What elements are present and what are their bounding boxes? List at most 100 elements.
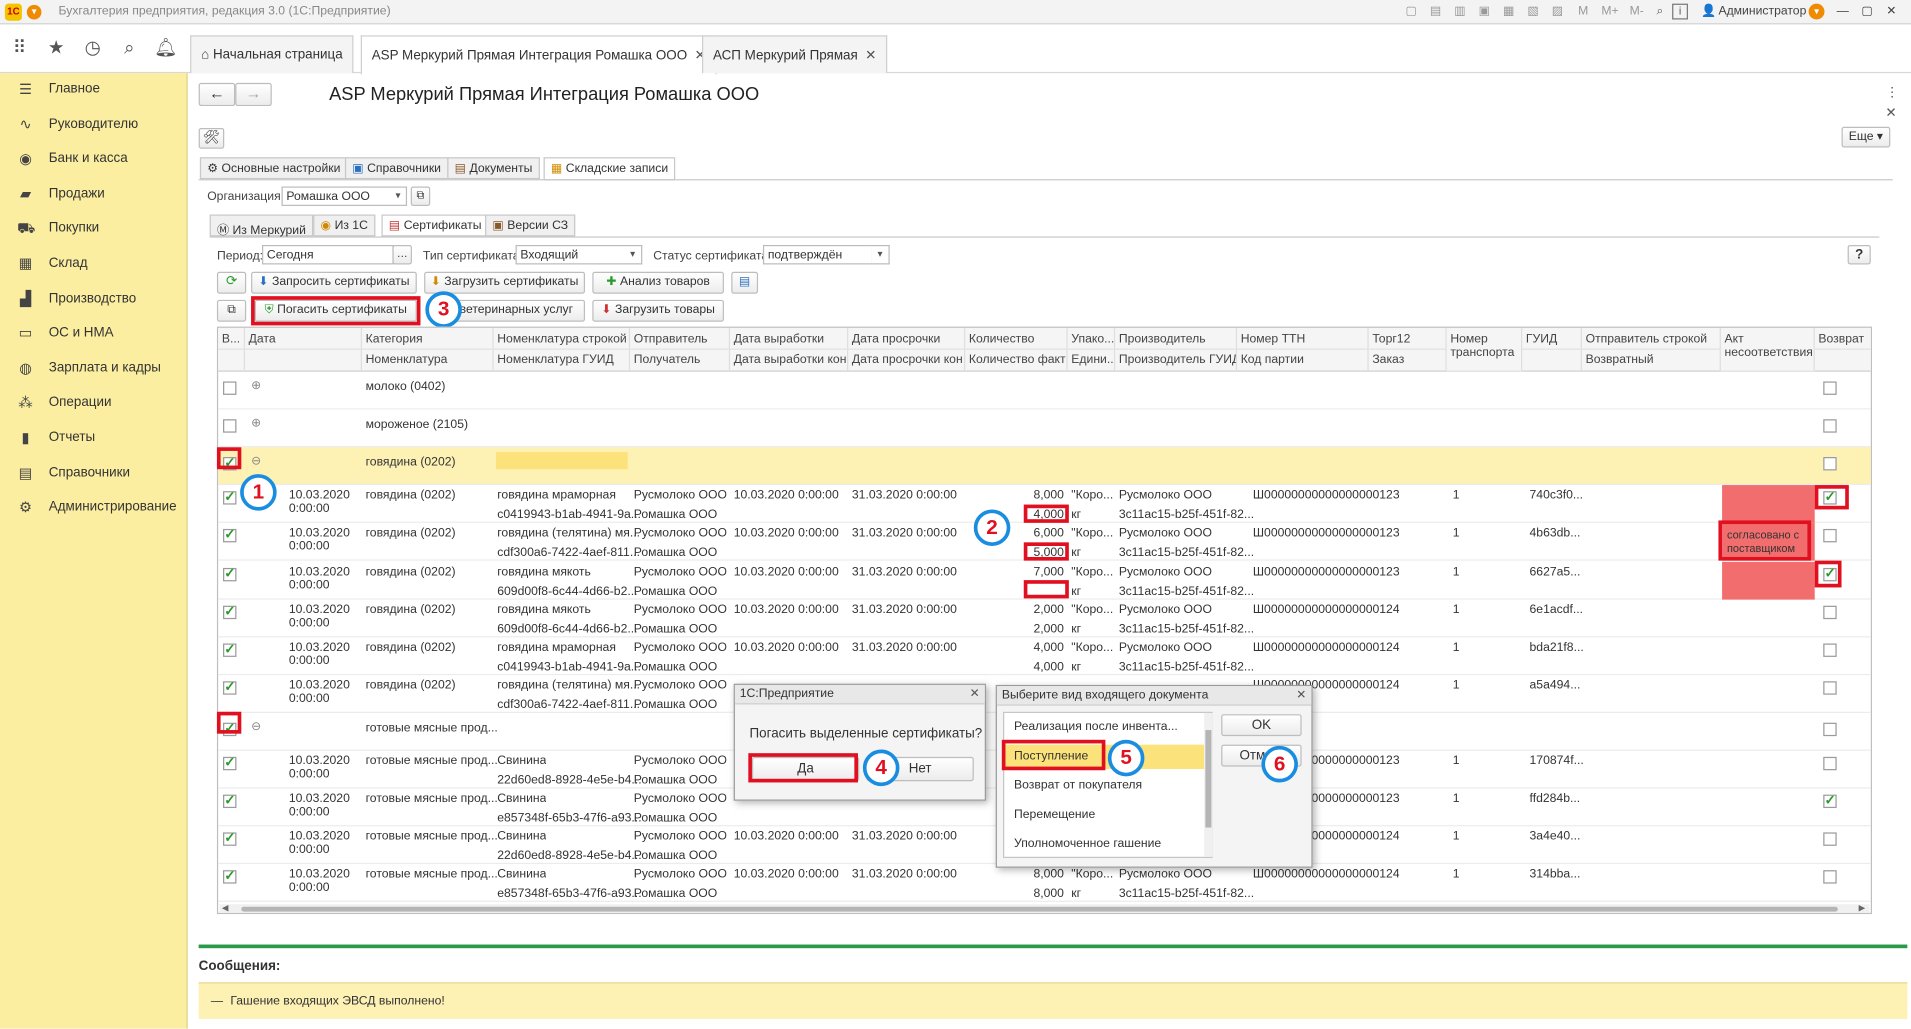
column-header[interactable]: Дата bbox=[244, 327, 362, 350]
attach-icon[interactable]: ▣ bbox=[1477, 5, 1492, 20]
sidebar-item-6[interactable]: ▟ Производство bbox=[0, 282, 188, 316]
return-checkbox[interactable] bbox=[1823, 457, 1837, 471]
tab-main-settings[interactable]: ⚙ Основные настройки bbox=[199, 157, 348, 180]
expand-icon[interactable]: ⊖ bbox=[251, 720, 261, 733]
back-button[interactable]: ← bbox=[198, 82, 236, 107]
bell-icon[interactable]: 🔔︎ bbox=[152, 35, 179, 62]
column-header[interactable]: Номер транспорта bbox=[1446, 327, 1523, 372]
scroll-right-icon[interactable]: ▶ bbox=[1859, 903, 1866, 913]
column-header[interactable]: Дата просрочки bbox=[848, 327, 966, 350]
row-checkbox[interactable] bbox=[223, 489, 237, 505]
sidebar-item-4[interactable]: ⛟ Покупки bbox=[0, 213, 188, 247]
column-header[interactable]: Количество bbox=[965, 327, 1068, 350]
group-row[interactable]: ⊖ говядина (0202) bbox=[218, 447, 1871, 486]
expand-icon[interactable]: ⊕ bbox=[251, 379, 261, 392]
tab-from-mercury[interactable]: Ⓜ Из Меркурий bbox=[209, 214, 314, 238]
column-header[interactable]: ГУИД bbox=[1522, 327, 1582, 350]
tab-from-1c[interactable]: ◉ Из 1С bbox=[313, 214, 376, 237]
calendar-icon[interactable]: ▧ bbox=[1526, 5, 1541, 20]
copy-button[interactable]: ⧉ bbox=[216, 299, 247, 322]
period-field[interactable]: Сегодня bbox=[262, 244, 394, 265]
list-scrollbar-thumb[interactable] bbox=[1205, 730, 1212, 828]
row-checkbox[interactable] bbox=[223, 527, 237, 543]
row-checkbox[interactable] bbox=[223, 868, 237, 884]
tools-button[interactable]: 🛠︎ bbox=[198, 127, 225, 149]
row-checkbox[interactable] bbox=[223, 754, 237, 771]
return-checkbox[interactable] bbox=[1823, 792, 1837, 809]
message-text[interactable]: Гашение входящих ЭВСД выполнено! bbox=[230, 995, 444, 1008]
sidebar-item-0[interactable]: ☰ Главное bbox=[0, 73, 188, 107]
sidebar-item-1[interactable]: ∿ Руководителю bbox=[0, 108, 188, 142]
save-icon[interactable]: ▢ bbox=[1404, 5, 1419, 20]
maximize-icon[interactable]: ▢ bbox=[1860, 5, 1875, 20]
memory-m-icon[interactable]: M bbox=[1575, 5, 1592, 20]
row-checkbox[interactable] bbox=[223, 565, 237, 581]
table-icon[interactable]: ▦ bbox=[1502, 5, 1517, 20]
return-checkbox[interactable] bbox=[1823, 643, 1837, 657]
document-type-item[interactable]: Реализация после инвента... bbox=[1014, 720, 1178, 733]
user-name[interactable]: Администратор bbox=[1718, 5, 1806, 18]
row-checkbox[interactable] bbox=[223, 792, 237, 809]
cell-quantity-fact[interactable]: 4,000 bbox=[998, 660, 1064, 673]
tab-references[interactable]: ▣ Справочники bbox=[344, 157, 449, 180]
more-button[interactable]: Еще ▾ bbox=[1841, 126, 1891, 148]
request-certificates-button[interactable]: ⬇ Запросить сертификаты bbox=[251, 271, 417, 294]
tab-warehouse-records[interactable]: ▦ Складские записи bbox=[543, 157, 676, 181]
sidebar-item-5[interactable]: ▦ Склад bbox=[0, 247, 188, 281]
search-icon[interactable]: ⌕ bbox=[116, 35, 143, 62]
row-checkbox[interactable] bbox=[223, 603, 237, 619]
column-header[interactable]: Отправитель bbox=[630, 327, 731, 350]
org-field[interactable]: Ромашка ООО bbox=[281, 186, 392, 206]
tab-home[interactable]: ⌂ Начальная страница bbox=[190, 35, 354, 74]
column-header[interactable]: Категория bbox=[361, 327, 494, 350]
column-header[interactable]: Отправитель строкой bbox=[1581, 327, 1721, 350]
column-header[interactable]: Номенклатура строкой bbox=[493, 327, 631, 350]
org-dropdown-icon[interactable]: ▾ bbox=[390, 186, 408, 206]
tab-versions[interactable]: ▣ Версии СЗ bbox=[485, 214, 576, 237]
close-tab-icon[interactable]: ✕ bbox=[865, 49, 876, 64]
column-subheader[interactable]: Возвратный bbox=[1582, 349, 1721, 372]
column-subheader[interactable]: Производитель ГУИД bbox=[1115, 349, 1238, 372]
column-subheader[interactable]: Количество факт bbox=[965, 349, 1068, 372]
row-checkbox[interactable] bbox=[223, 419, 237, 433]
column-header[interactable]: Торг12 bbox=[1368, 327, 1447, 350]
sidebar-item-12[interactable]: ⚙ Администрирование bbox=[0, 491, 188, 525]
return-checkbox[interactable] bbox=[1823, 529, 1837, 543]
row-checkbox[interactable] bbox=[223, 830, 237, 847]
column-subheader[interactable]: Заказ bbox=[1369, 349, 1447, 372]
expand-icon[interactable]: ⊖ bbox=[251, 455, 261, 468]
column-subheader[interactable]: Едини... bbox=[1068, 349, 1116, 372]
org-open-button[interactable]: ⧉ bbox=[410, 186, 431, 206]
group-row[interactable]: ⊕ молоко (0402) bbox=[218, 372, 1871, 410]
sidebar-item-9[interactable]: ⁂ Операции bbox=[0, 387, 188, 421]
column-header[interactable]: Дата выработки bbox=[730, 327, 849, 350]
column-subheader[interactable] bbox=[1522, 349, 1582, 372]
cert-type-dropdown-icon[interactable]: ▾ bbox=[624, 244, 643, 265]
calculator-icon[interactable]: ▨ bbox=[1550, 5, 1565, 20]
row-checkbox[interactable] bbox=[223, 679, 237, 695]
sidebar-item-2[interactable]: ◉ Банк и касса bbox=[0, 143, 188, 177]
preview-icon[interactable]: ▥ bbox=[1453, 5, 1468, 20]
column-subheader[interactable]: Дата просрочки кон bbox=[848, 349, 966, 372]
tab-asp-mercury-integration[interactable]: ASP Меркурий Прямая Интеграция Ромашка О… bbox=[360, 35, 717, 75]
export-button[interactable]: ▤ bbox=[731, 271, 759, 294]
close-dialog-icon[interactable]: ✕ bbox=[1296, 689, 1306, 702]
analyze-goods-button[interactable]: ✚ Анализ товаров bbox=[592, 271, 724, 294]
document-type-item[interactable]: Уполномоченное гашение bbox=[1014, 837, 1161, 850]
table-row[interactable]: 10.03.20200:00:00 готовые мясные прод...С… bbox=[218, 864, 1871, 903]
settings-menu-icon[interactable]: ▾ bbox=[1808, 3, 1825, 20]
return-checkbox[interactable] bbox=[1823, 681, 1837, 695]
favorites-star-icon[interactable]: ★ bbox=[43, 35, 70, 62]
minimize-icon[interactable]: — bbox=[1835, 5, 1850, 20]
column-subheader[interactable] bbox=[245, 349, 362, 372]
magnifier-icon[interactable]: ⌕ bbox=[1653, 5, 1668, 20]
column-header[interactable]: Номер ТТН bbox=[1237, 327, 1369, 350]
table-row[interactable]: 10.03.20200:00:00 говядина (0202) говядина… bbox=[218, 637, 1871, 675]
return-checkbox[interactable] bbox=[1823, 756, 1837, 771]
load-goods-button[interactable]: ⬇ Загрузить товары bbox=[592, 299, 724, 322]
close-dialog-icon[interactable]: ✕ bbox=[970, 687, 980, 700]
column-subheader[interactable] bbox=[1815, 350, 1871, 372]
sidebar-item-11[interactable]: ▤ Справочники bbox=[0, 457, 188, 491]
column-header[interactable]: Возврат bbox=[1814, 328, 1871, 350]
cell-quantity-fact[interactable]: 8,000 bbox=[998, 888, 1064, 901]
